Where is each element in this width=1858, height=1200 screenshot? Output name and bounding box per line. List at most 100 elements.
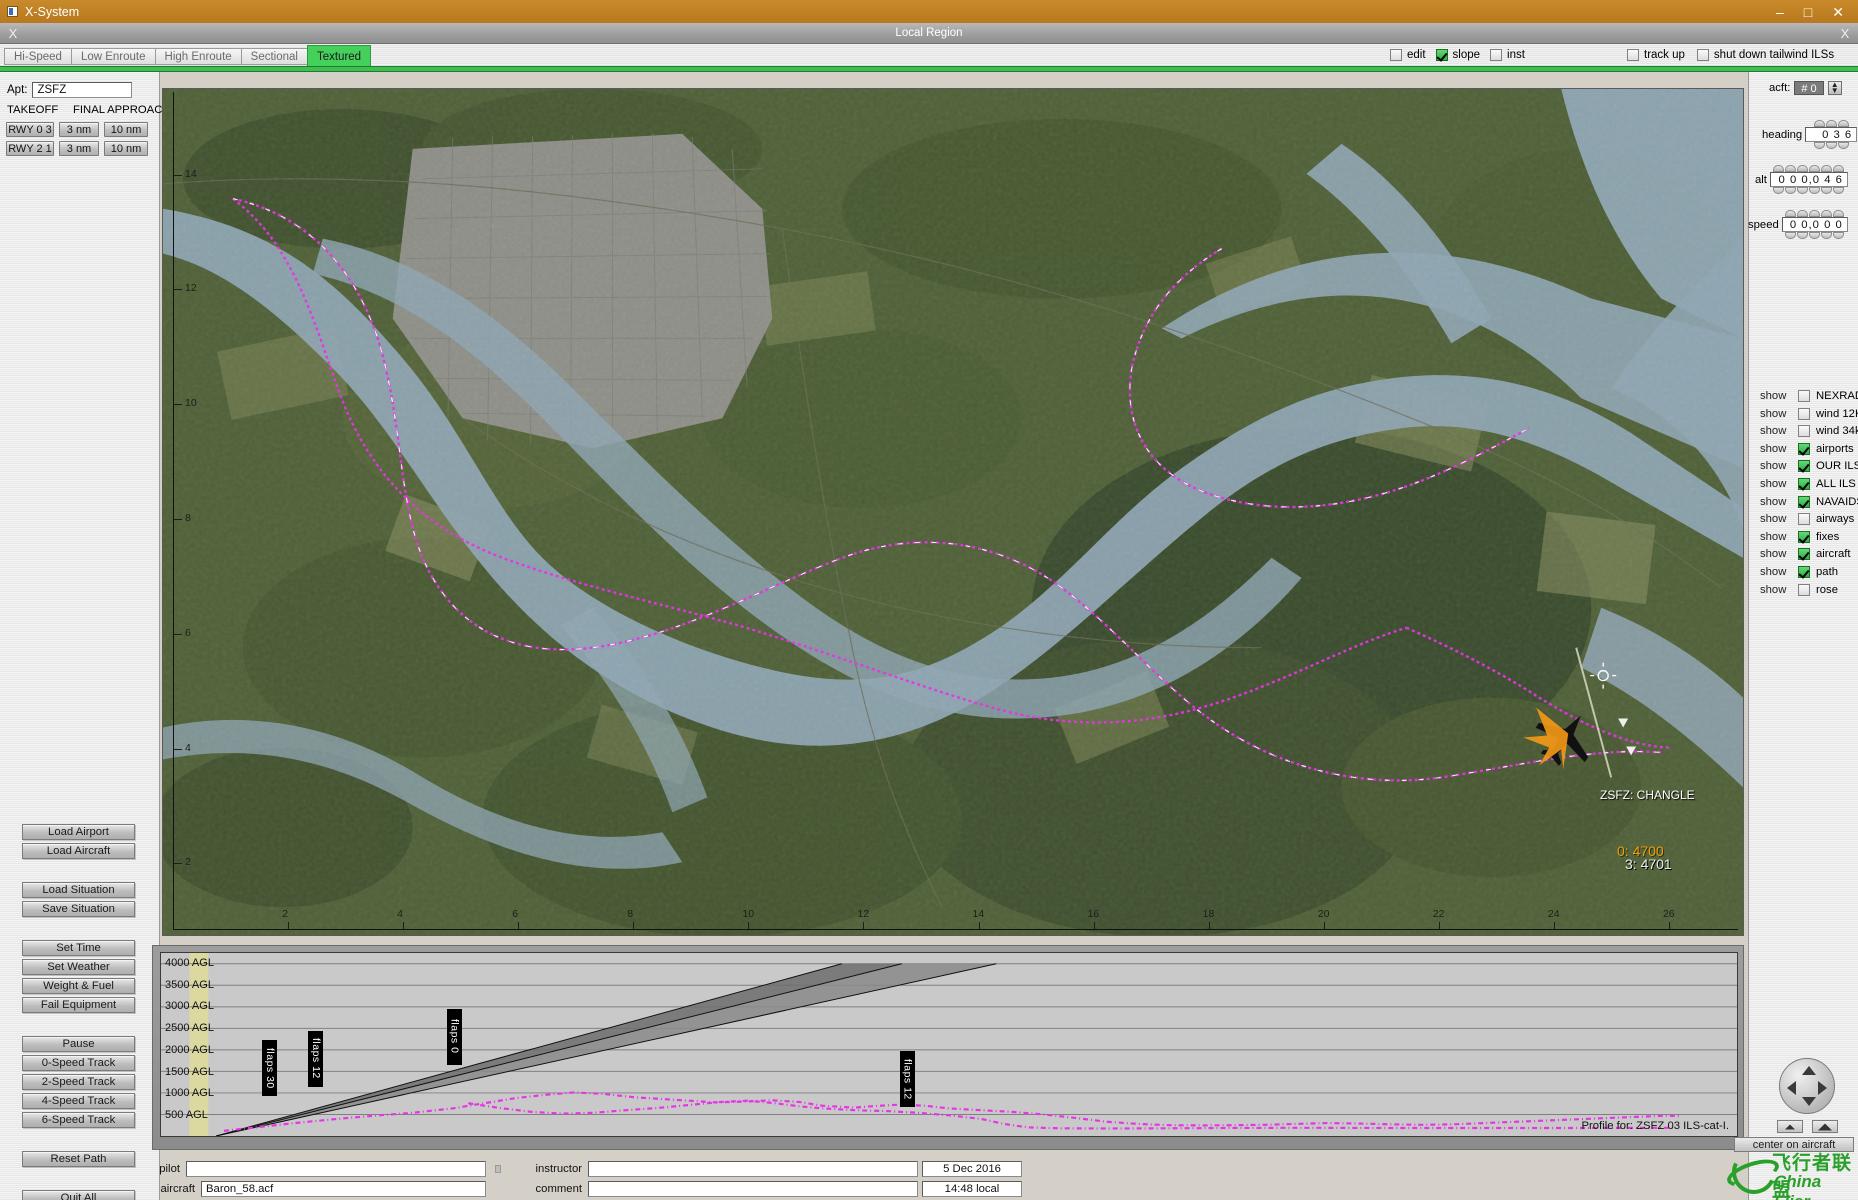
heading-down-arrows[interactable] bbox=[1813, 142, 1849, 149]
speed-up-arrows[interactable] bbox=[1785, 210, 1845, 217]
checkbox-icon[interactable] bbox=[1798, 460, 1810, 473]
sidebar-button-4-speed-track[interactable]: 4-Speed Track bbox=[22, 1093, 135, 1109]
pilot-input[interactable] bbox=[186, 1161, 486, 1177]
sidebar-button-load-situation[interactable]: Load Situation bbox=[22, 882, 135, 898]
layer-label: wind 34k bbox=[1816, 425, 1858, 438]
checkbox-icon[interactable] bbox=[1798, 530, 1810, 543]
layer-toggle-navaids[interactable]: show NAVAIDS bbox=[1760, 495, 1858, 508]
alt-up-arrows[interactable] bbox=[1773, 165, 1845, 172]
map-y-tick-label: 8 bbox=[185, 512, 191, 525]
subwindow-close-left-icon[interactable]: X bbox=[0, 26, 26, 41]
instructor-input[interactable] bbox=[588, 1161, 918, 1177]
speed-value[interactable]: 0 0,0 0 0 bbox=[1781, 217, 1848, 232]
layer-toggle-airways[interactable]: show airways bbox=[1760, 513, 1858, 526]
zoom-in-button[interactable] bbox=[1812, 1120, 1838, 1133]
sidebar-button-save-situation[interactable]: Save Situation bbox=[22, 901, 135, 917]
layer-toggle-wind-34k[interactable]: show wind 34k bbox=[1760, 425, 1858, 438]
map-x-tick bbox=[1553, 922, 1555, 930]
aircraft-input[interactable]: Baron_58.acf bbox=[201, 1181, 486, 1197]
layer-toggle-nexrad[interactable]: show NEXRAD bbox=[1760, 390, 1858, 402]
checkbox-icon[interactable] bbox=[1798, 548, 1810, 561]
heading-value[interactable]: 0 3 6 bbox=[1805, 127, 1858, 142]
checkbox-track-up[interactable]: track up bbox=[1627, 49, 1685, 61]
pan-up-icon[interactable] bbox=[1802, 1066, 1816, 1075]
profile-chart[interactable]: 4000 AGL 3500 AGL 3000 AGL 2500 AGL 2000 AGL… bbox=[160, 952, 1738, 1137]
map-x-tick-label: 6 bbox=[512, 908, 519, 920]
sidebar-button-reset-path[interactable]: Reset Path bbox=[22, 1151, 135, 1167]
pan-left-icon[interactable] bbox=[1787, 1081, 1796, 1095]
flaps-annotation: flaps 30 bbox=[261, 1039, 277, 1096]
checkbox-icon[interactable] bbox=[1798, 583, 1810, 596]
sidebar-button-0-speed-track[interactable]: 0-Speed Track bbox=[22, 1055, 135, 1071]
chevron-updown-icon[interactable]: ▲ ▼ bbox=[1827, 81, 1842, 95]
checkbox-icon[interactable] bbox=[1627, 49, 1639, 61]
layer-toggle-our-ils[interactable]: show OUR ILS bbox=[1760, 460, 1858, 473]
checkbox-shut-down-tailwind-ilss[interactable]: shut down tailwind ILSs bbox=[1696, 49, 1834, 61]
pan-down-icon[interactable] bbox=[1802, 1097, 1816, 1106]
tab-low-enroute[interactable]: Low Enroute bbox=[70, 48, 155, 65]
checkbox-edit[interactable]: edit bbox=[1390, 49, 1426, 61]
checkbox-icon[interactable] bbox=[1696, 49, 1709, 61]
checkbox-icon[interactable] bbox=[1798, 565, 1810, 578]
checkbox-icon[interactable] bbox=[1798, 442, 1810, 455]
final-distance-0[interactable]: 10 nm bbox=[104, 122, 148, 137]
takeoff-distance-1[interactable]: 3 nm bbox=[59, 141, 99, 156]
checkbox-icon[interactable] bbox=[1490, 49, 1503, 61]
checkbox-inst[interactable]: inst bbox=[1490, 49, 1525, 61]
layer-toggle-path[interactable]: show path bbox=[1760, 565, 1858, 578]
takeoff-distance-0[interactable]: 3 nm bbox=[59, 122, 99, 137]
comment-input[interactable] bbox=[588, 1181, 918, 1197]
checkbox-slope[interactable]: slope bbox=[1435, 49, 1480, 61]
layer-toggle-wind-12k[interactable]: show wind 12K bbox=[1760, 407, 1858, 420]
map-pan-dpad[interactable] bbox=[1779, 1058, 1835, 1114]
close-button[interactable]: ✕ bbox=[1832, 5, 1844, 19]
checkbox-icon[interactable] bbox=[1435, 49, 1448, 61]
tab-hi-speed[interactable]: Hi-Speed bbox=[4, 48, 71, 65]
layer-toggle-rose[interactable]: show rose bbox=[1760, 583, 1858, 596]
layer-toggle-all-ils[interactable]: show ALL ILS bbox=[1760, 477, 1858, 490]
sidebar-button-fail-equipment[interactable]: Fail Equipment bbox=[22, 997, 135, 1013]
sidebar-button-set-weather[interactable]: Set Weather bbox=[22, 959, 135, 975]
sidebar-button-2-speed-track[interactable]: 2-Speed Track bbox=[22, 1074, 135, 1090]
sidebar-button-pause[interactable]: Pause bbox=[22, 1036, 135, 1052]
checkbox-icon[interactable] bbox=[1798, 477, 1810, 490]
layer-toggle-airports[interactable]: show airports bbox=[1760, 442, 1858, 455]
layer-toggle-fixes[interactable]: show fixes bbox=[1760, 530, 1858, 543]
aircraft-field-row: aircraft Baron_58.acf bbox=[150, 1181, 486, 1197]
pilot-input-nub[interactable] bbox=[495, 1165, 501, 1173]
final-distance-1[interactable]: 10 nm bbox=[104, 141, 148, 156]
tab-high-enroute[interactable]: High Enroute bbox=[154, 48, 241, 65]
checkbox-icon[interactable] bbox=[1390, 49, 1402, 61]
layer-toggle-list: show NEXRAD show wind 12K show wind 34k show ai… bbox=[1760, 390, 1858, 596]
alt-value[interactable]: 0 0 0,0 4 6 bbox=[1769, 172, 1848, 187]
checkbox-icon[interactable] bbox=[1798, 425, 1810, 438]
alt-down-arrows[interactable] bbox=[1773, 187, 1845, 194]
speed-down-arrows[interactable] bbox=[1785, 232, 1845, 239]
heading-up-arrows[interactable] bbox=[1813, 120, 1849, 127]
pan-right-icon[interactable] bbox=[1818, 1081, 1827, 1095]
sidebar-button-weight-fuel[interactable]: Weight & Fuel bbox=[22, 978, 135, 994]
apt-input[interactable]: ZSFZ bbox=[32, 82, 133, 98]
runway-button-0[interactable]: RWY 0 3 bbox=[6, 122, 54, 137]
minimize-button[interactable]: – bbox=[1776, 5, 1784, 19]
sidebar-button-set-time[interactable]: Set Time bbox=[22, 940, 135, 956]
sidebar-button-quit-all[interactable]: Quit All bbox=[22, 1190, 135, 1200]
maximize-button[interactable]: □ bbox=[1804, 5, 1812, 19]
checkbox-icon[interactable] bbox=[1798, 390, 1810, 402]
table-row: RWY 2 1 3 nm 10 nm bbox=[6, 141, 148, 156]
tab-textured[interactable]: Textured bbox=[306, 45, 372, 68]
checkbox-icon[interactable] bbox=[1798, 513, 1810, 526]
checkbox-icon[interactable] bbox=[1798, 495, 1810, 508]
sidebar-button-load-aircraft[interactable]: Load Aircraft bbox=[22, 843, 135, 859]
runway-button-1[interactable]: RWY 2 1 bbox=[6, 141, 54, 156]
subwindow-close-right-icon[interactable]: X bbox=[1832, 26, 1858, 41]
tab-sectional[interactable]: Sectional bbox=[240, 48, 307, 65]
map-canvas[interactable] bbox=[162, 88, 1744, 936]
zoom-out-button[interactable] bbox=[1777, 1120, 1803, 1133]
map-y-tick bbox=[173, 748, 182, 750]
acft-value[interactable]: # 0 bbox=[1794, 81, 1824, 95]
sidebar-button-6-speed-track[interactable]: 6-Speed Track bbox=[22, 1112, 135, 1128]
checkbox-icon[interactable] bbox=[1798, 407, 1810, 420]
sidebar-button-load-airport[interactable]: Load Airport bbox=[22, 824, 135, 840]
layer-toggle-aircraft[interactable]: show aircraft bbox=[1760, 548, 1858, 561]
